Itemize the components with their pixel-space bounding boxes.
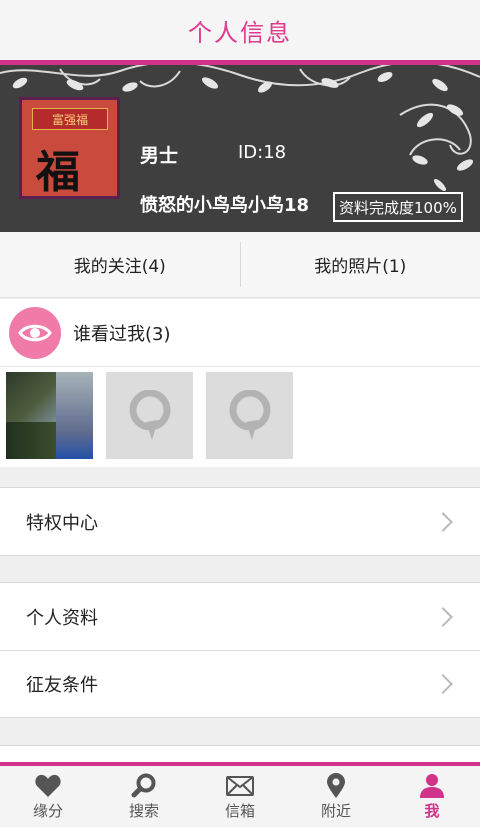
search-icon [131,772,157,800]
eye-icon [9,306,61,359]
nav-label: 信箱 [224,802,255,820]
nav-item-fate[interactable]: 缘分 [0,766,96,827]
menu-item-partner-criteria[interactable]: 征友条件 [0,650,480,717]
nav-item-mailbox[interactable]: 信箱 [192,766,288,827]
profile-banner: 富强福 福 男士 ID:18 愤怒的小鸟鸟小鸟18 资料完成度100% [0,65,480,232]
profile-tabs: 我的关注(4) 我的照片(1) [0,232,480,298]
profile-page: 个人信息 富强福 福 男士 ID:18 愤怒的小鸟鸟小鸟18 资料完成度100%… [0,0,480,827]
visitors-label: 谁看过我(3) [73,323,171,345]
bottom-nav: 缘分 搜索 信箱 附近 我 [0,766,480,827]
nav-label: 我 [424,802,440,820]
placeholder-logo-icon [229,389,270,440]
avatar-fu-character: 福 [36,147,80,198]
menu-item-personal-info[interactable]: 个人资料 [0,583,480,650]
top-bar: 个人信息 [0,0,480,60]
heart-icon [35,772,61,800]
avatar-banner-text: 富强福 [32,108,108,130]
nav-item-search[interactable]: 搜索 [96,766,192,827]
menu-item-privilege-center[interactable]: 特权中心 [0,488,480,555]
menu-item-label: 特权中心 [26,512,98,534]
menu-item-label: 个人资料 [26,607,98,629]
nav-item-nearby[interactable]: 附近 [288,766,384,827]
tab-my-photos[interactable]: 我的照片(1) [241,232,480,297]
user-id: ID:18 [238,142,287,163]
visitors-section: 谁看过我(3) [0,299,480,467]
placeholder-logo-icon [129,389,170,440]
chevron-right-icon [433,606,453,627]
menu-group-privileges: 特权中心 [0,487,480,556]
profile-completeness-badge: 资料完成度100% [333,192,463,222]
visitor-thumbnails [0,372,480,460]
menu-item-label: 征友条件 [26,675,98,696]
mail-icon [226,772,254,800]
nav-label: 搜索 [128,802,159,820]
nav-label: 附近 [320,802,351,820]
visitor-placeholder-avatar[interactable] [206,372,293,459]
visitors-header[interactable]: 谁看过我(3) [0,299,480,367]
person-icon [419,772,445,800]
gender-label: 男士 [140,145,179,167]
location-pin-icon [326,772,346,800]
menu-group-partial [0,745,480,762]
visitor-photo[interactable] [6,372,93,459]
tab-my-follows[interactable]: 我的关注(4) [0,232,240,297]
nickname: 愤怒的小鸟鸟小鸟18 [140,195,310,216]
page-title: 个人信息 [188,18,292,47]
avatar[interactable]: 富强福 福 [19,97,120,199]
nav-label: 缘分 [32,802,63,820]
chevron-right-icon [433,674,453,694]
menu-group-profile: 个人资料 征友条件 [0,582,480,718]
chevron-right-icon [433,511,453,532]
nav-item-me[interactable]: 我 [384,766,480,827]
visitor-placeholder-avatar[interactable] [106,372,193,459]
